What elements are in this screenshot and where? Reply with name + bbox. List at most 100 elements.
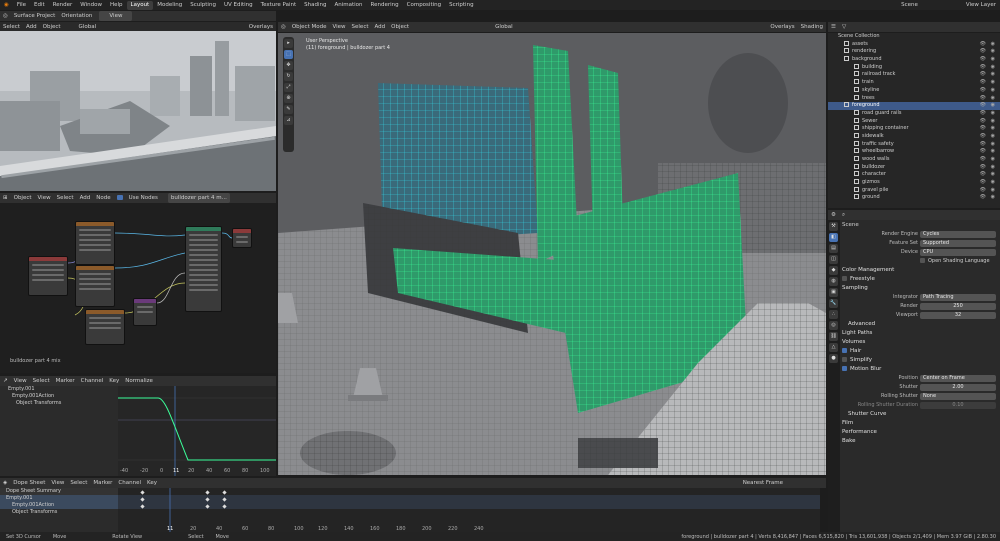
graph-editor[interactable]: Empty.001 Empty.001Action Object Transfo…: [0, 386, 276, 476]
outliner-item[interactable]: rendering 👁 ◉: [828, 48, 1000, 56]
outliner-item[interactable]: trees 👁 ◉: [828, 94, 1000, 103]
node-menu-node[interactable]: Node: [93, 193, 113, 203]
channel-row[interactable]: Object Transforms: [0, 509, 118, 516]
visibility-eye-icon[interactable]: 👁: [980, 148, 986, 156]
editor-type-icon[interactable]: ↗: [0, 376, 11, 386]
object-tab-icon[interactable]: ▣: [829, 288, 838, 297]
tab-animation[interactable]: Animation: [330, 1, 366, 10]
dope-sheet[interactable]: Dope Sheet Summary Empty.001 Empty.001Ac…: [0, 488, 820, 532]
render-camera-icon[interactable]: ◉: [991, 148, 995, 156]
tool-tab-icon[interactable]: ⚒: [829, 222, 838, 231]
visibility-eye-icon[interactable]: 👁: [980, 41, 986, 49]
node-editor[interactable]: bulldozer part 4 mix: [0, 203, 276, 373]
render-engine-dropdown[interactable]: Cycles: [920, 231, 996, 238]
material-tab-icon[interactable]: ●: [829, 354, 838, 363]
integrator-dropdown[interactable]: Path Tracing: [920, 294, 996, 301]
graph-menu-view[interactable]: View: [11, 376, 30, 386]
rotate-tool-icon[interactable]: ↻: [284, 72, 293, 81]
outliner-item[interactable]: train 👁 ◉: [828, 79, 1000, 87]
graph-menu-key[interactable]: Key: [106, 376, 122, 386]
editor-type-icon[interactable]: ⊞: [0, 193, 11, 203]
render-camera-icon[interactable]: ◉: [991, 187, 995, 195]
node-menu-view[interactable]: View: [35, 193, 54, 203]
menu-object[interactable]: Object: [40, 22, 64, 32]
render-camera-icon[interactable]: ◉: [991, 194, 995, 202]
outliner-scene-collection[interactable]: Scene Collection: [828, 33, 1000, 41]
node-material-output[interactable]: [232, 228, 252, 248]
particles-tab-icon[interactable]: ∴: [829, 310, 838, 319]
menu-help[interactable]: Help: [106, 0, 127, 10]
visibility-eye-icon[interactable]: 👁: [980, 194, 986, 202]
render-camera-icon[interactable]: ◉: [991, 64, 995, 72]
transform-orientation[interactable]: Global: [492, 22, 516, 32]
dope-keyframe-area[interactable]: 11 20 40 60 80 100 120 140 160 180 200 2…: [118, 488, 820, 532]
constraints-tab-icon[interactable]: ⛓: [829, 332, 838, 341]
render-camera-icon[interactable]: ◉: [991, 133, 995, 141]
outliner-item[interactable]: wheelbarrow 👁 ◉: [828, 148, 1000, 156]
node-menu-select[interactable]: Select: [54, 193, 77, 203]
outliner-item[interactable]: railroad track 👁 ◉: [828, 71, 1000, 79]
transform-orientation[interactable]: Global: [76, 22, 100, 32]
graph-menu-marker[interactable]: Marker: [53, 376, 78, 386]
section-bake[interactable]: Bake: [828, 437, 1000, 446]
dope-menu-channel[interactable]: Channel: [115, 478, 144, 488]
tab-uv-editing[interactable]: UV Editing: [220, 1, 257, 10]
visibility-eye-icon[interactable]: 👁: [980, 179, 986, 187]
tab-shading[interactable]: Shading: [300, 1, 330, 10]
render-camera-icon[interactable]: ◉: [991, 118, 995, 126]
visibility-eye-icon[interactable]: 👁: [980, 125, 986, 133]
render-camera-icon[interactable]: ◉: [991, 125, 995, 133]
menu-render[interactable]: Render: [49, 0, 77, 10]
render-tab-icon[interactable]: ◧: [829, 233, 838, 242]
visibility-eye-icon[interactable]: 👁: [980, 133, 986, 141]
section-shutter-curve[interactable]: Shutter Curve: [828, 410, 1000, 419]
select-box-icon[interactable]: ⬚: [284, 50, 293, 59]
vp-menu-select[interactable]: Select: [349, 22, 372, 32]
channel-row[interactable]: Object Transforms: [0, 400, 118, 407]
snap-dropdown[interactable]: Nearest Frame: [740, 478, 786, 488]
transform-tool-icon[interactable]: ⊕: [284, 94, 293, 103]
dope-menu-view[interactable]: View: [48, 478, 67, 488]
node-image-texture-2[interactable]: [75, 265, 115, 307]
outliner-item[interactable]: foreground 👁 ◉: [828, 102, 1000, 110]
outliner-item[interactable]: Sewer 👁 ◉: [828, 117, 1000, 126]
section-performance[interactable]: Performance: [828, 428, 1000, 437]
outliner-item[interactable]: road guard rails 👁 ◉: [828, 109, 1000, 118]
editor-type-icon[interactable]: ◈: [0, 478, 10, 488]
vp-menu-add[interactable]: Add: [372, 22, 389, 32]
overlays-dropdown[interactable]: Overlays: [767, 22, 797, 32]
use-nodes-checkbox[interactable]: Use Nodes: [114, 193, 164, 203]
outliner-item[interactable]: skyline 👁 ◉: [828, 86, 1000, 95]
shading-dropdown[interactable]: Shading: [798, 22, 826, 32]
object-mode-dropdown[interactable]: Object Mode: [289, 22, 330, 32]
graph-menu-select[interactable]: Select: [30, 376, 53, 386]
section-freestyle[interactable]: Freestyle: [828, 275, 1000, 284]
visibility-eye-icon[interactable]: 👁: [980, 118, 986, 126]
render-camera-icon[interactable]: ◉: [991, 171, 995, 179]
view-layer-tab-icon[interactable]: ◫: [829, 255, 838, 264]
outliner-item[interactable]: ground 👁 ◉: [828, 194, 1000, 202]
dope-menu-marker[interactable]: Marker: [90, 478, 115, 488]
tab-modeling[interactable]: Modeling: [153, 1, 186, 10]
outliner-filter-icon[interactable]: ▽: [839, 22, 849, 32]
orientation-dropdown[interactable]: Orientation: [58, 11, 95, 21]
shutter-field[interactable]: 2.00: [920, 384, 996, 391]
outliner-item[interactable]: background 👁 ◉: [828, 56, 1000, 64]
blender-logo-icon[interactable]: ◉: [0, 0, 13, 10]
outliner-item[interactable]: assets 👁 ◉: [828, 40, 1000, 49]
render-camera-icon[interactable]: ◉: [991, 179, 995, 187]
world-tab-icon[interactable]: ◍: [829, 277, 838, 286]
outliner-item[interactable]: wood walls 👁 ◉: [828, 156, 1000, 164]
menu-window[interactable]: Window: [76, 0, 106, 10]
node-image-texture-3[interactable]: [85, 309, 125, 345]
visibility-eye-icon[interactable]: 👁: [980, 56, 986, 64]
tab-rendering[interactable]: Rendering: [367, 1, 403, 10]
outliner-item[interactable]: shipping container 👁 ◉: [828, 125, 1000, 133]
visibility-eye-icon[interactable]: 👁: [980, 164, 986, 172]
overlays-dropdown[interactable]: Overlays: [246, 22, 276, 32]
physics-tab-icon[interactable]: ◎: [829, 321, 838, 330]
visibility-eye-icon[interactable]: 👁: [980, 71, 986, 79]
editor-type-icon[interactable]: ◎: [278, 22, 289, 32]
view-dropdown[interactable]: View: [99, 11, 133, 21]
outliner-item[interactable]: traffic safety 👁 ◉: [828, 140, 1000, 149]
